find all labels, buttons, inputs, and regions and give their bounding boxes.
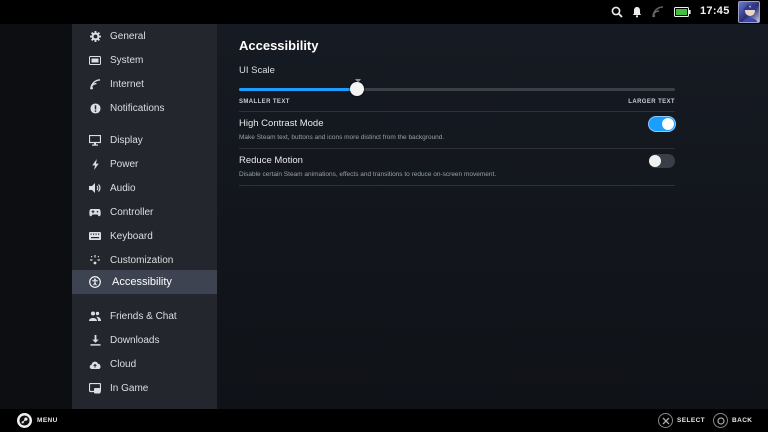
- setting-row-reduce-motion[interactable]: Reduce Motion Disable certain Steam anim…: [239, 148, 675, 186]
- avatar[interactable]: [738, 1, 760, 23]
- sidebar-item-label: Controller: [110, 206, 154, 218]
- sidebar-item-friends-chat[interactable]: Friends & Chat: [72, 304, 217, 328]
- sidebar-item-audio[interactable]: Audio: [72, 176, 217, 200]
- info-icon: [89, 102, 101, 114]
- select-label: SELECT: [677, 417, 706, 424]
- reduce-motion-toggle[interactable]: [649, 154, 675, 168]
- gear-icon: [89, 30, 101, 42]
- ui-scale-label: UI Scale: [239, 65, 275, 76]
- system-icon: [89, 54, 101, 66]
- sidebar-item-label: Internet: [110, 78, 144, 90]
- slider-fill: [239, 88, 357, 91]
- lightning-icon: [89, 158, 101, 170]
- sidebar-item-label: Customization: [110, 254, 174, 266]
- toggle-knob: [649, 155, 661, 167]
- sidebar-item-label: In Game: [110, 382, 149, 394]
- speaker-icon: [89, 182, 101, 194]
- sparkle-icon: [89, 254, 101, 266]
- high-contrast-toggle[interactable]: [649, 117, 675, 131]
- wifi-icon: [651, 5, 665, 19]
- slider-max-label: LARGER TEXT: [628, 99, 675, 105]
- sidebar-item-power[interactable]: Power: [72, 152, 217, 176]
- sidebar-item-label: Notifications: [110, 102, 165, 114]
- status-bar: 17:45: [0, 0, 768, 24]
- sidebar-item-label: Keyboard: [110, 230, 153, 242]
- sidebar-item-general[interactable]: General: [72, 24, 217, 48]
- outer-panel: [0, 24, 72, 409]
- keyboard-icon: [89, 230, 101, 242]
- back-label: BACK: [732, 417, 753, 424]
- sidebar-item-label: Accessibility: [112, 276, 172, 288]
- sidebar-item-cloud[interactable]: Cloud: [72, 352, 217, 376]
- slider-thumb[interactable]: [350, 82, 364, 96]
- sidebar-item-in-game[interactable]: In Game: [72, 376, 217, 400]
- settings-content: Accessibility UI Scale SMALLER TEXT LARG…: [217, 24, 768, 409]
- sidebar-item-display[interactable]: Display: [72, 128, 217, 152]
- sidebar-item-notifications[interactable]: Notifications: [72, 96, 217, 120]
- sidebar-item-label: System: [110, 54, 144, 66]
- sidebar-item-label: Cloud: [110, 358, 137, 370]
- footer-bar: MENU SELECT BACK: [0, 409, 768, 432]
- sidebar-item-downloads[interactable]: Downloads: [72, 328, 217, 352]
- notifications-icon[interactable]: [630, 5, 644, 19]
- sidebar-item-label: Friends & Chat: [110, 310, 177, 322]
- circle-button-icon[interactable]: [713, 413, 728, 428]
- sidebar-item-label: Downloads: [110, 334, 160, 346]
- clock: 17:45: [700, 5, 730, 17]
- toggle-knob: [662, 118, 674, 130]
- download-icon: [89, 334, 101, 346]
- sidebar-item-label: Display: [110, 134, 143, 146]
- sidebar-item-system[interactable]: System: [72, 48, 217, 72]
- sidebar-item-label: Audio: [110, 182, 136, 194]
- ingame-icon: [89, 382, 101, 394]
- monitor-icon: [89, 134, 101, 146]
- sidebar-item-keyboard[interactable]: Keyboard: [72, 224, 217, 248]
- sidebar-item-customization[interactable]: Customization: [72, 248, 217, 272]
- battery-icon: [673, 5, 691, 19]
- wifi-icon: [89, 78, 101, 90]
- menu-label: MENU: [37, 417, 58, 424]
- search-icon[interactable]: [610, 5, 624, 19]
- sidebar-item-label: Power: [110, 158, 139, 170]
- sidebar-item-label: General: [110, 30, 146, 42]
- settings-sidebar: General System Internet Notifications Di…: [72, 24, 217, 409]
- x-button-icon[interactable]: [658, 413, 673, 428]
- setting-title: Reduce Motion: [239, 155, 303, 166]
- setting-description: Disable certain Steam animations, effect…: [239, 171, 497, 178]
- sidebar-item-accessibility[interactable]: Accessibility: [72, 270, 217, 294]
- page-title: Accessibility: [239, 38, 319, 53]
- sidebar-item-controller[interactable]: Controller: [72, 200, 217, 224]
- ui-scale-slider[interactable]: [239, 82, 675, 96]
- sidebar-item-internet[interactable]: Internet: [72, 72, 217, 96]
- setting-title: High Contrast Mode: [239, 118, 324, 129]
- friends-icon: [89, 310, 101, 322]
- gamepad-icon: [89, 206, 101, 218]
- setting-description: Make Steam text, buttons and icons more …: [239, 134, 445, 141]
- slider-min-label: SMALLER TEXT: [239, 99, 290, 105]
- steam-menu-icon[interactable]: [17, 413, 32, 428]
- cloud-icon: [89, 358, 101, 370]
- accessibility-icon: [89, 276, 101, 288]
- setting-row-high-contrast[interactable]: High Contrast Mode Make Steam text, butt…: [239, 111, 675, 148]
